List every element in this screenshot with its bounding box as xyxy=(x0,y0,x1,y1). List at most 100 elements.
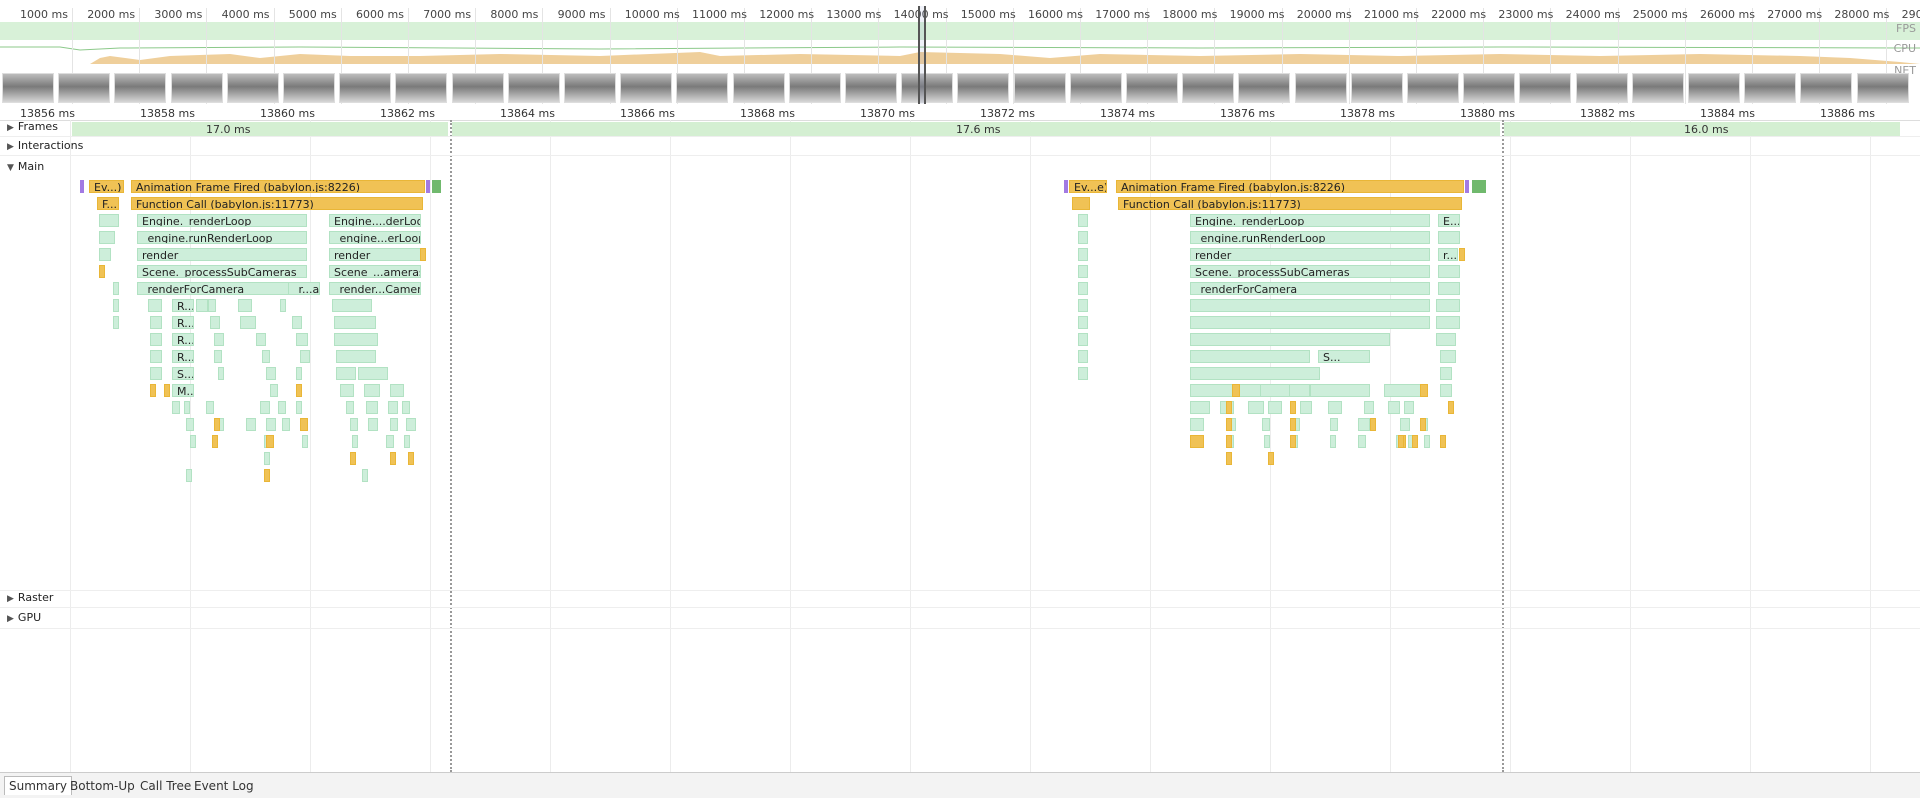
stack-frame-yellow[interactable] xyxy=(408,452,414,465)
stack-frame[interactable]: _render...Camera xyxy=(329,282,421,295)
expand-triangle-icon[interactable]: ▶ xyxy=(7,142,14,152)
screenshot-thumbnail[interactable] xyxy=(1407,73,1459,103)
stack-frame[interactable] xyxy=(278,401,286,414)
screenshot-thumbnail[interactable] xyxy=(620,73,673,103)
stack-frame[interactable]: R...r xyxy=(172,316,194,329)
stack-frame[interactable] xyxy=(296,367,302,380)
screenshot-thumbnail[interactable] xyxy=(507,73,560,103)
tab-bottom-up[interactable]: Bottom-Up xyxy=(66,777,139,795)
stack-frame[interactable] xyxy=(206,401,214,414)
screenshot-thumbnail[interactable] xyxy=(788,73,841,103)
stack-frame[interactable]: r... xyxy=(1438,248,1458,261)
stack-frame[interactable] xyxy=(364,384,380,397)
screenshot-thumbnail[interactable] xyxy=(339,73,392,103)
stack-frame[interactable] xyxy=(300,350,310,363)
stack-frame[interactable]: S...r xyxy=(172,367,194,380)
stack-frame[interactable] xyxy=(186,418,194,431)
stack-frame[interactable] xyxy=(280,299,286,312)
stack-frame[interactable] xyxy=(1078,299,1088,312)
track-raster[interactable]: ▶ Raster xyxy=(0,590,1920,608)
stack-frame[interactable]: M... xyxy=(172,384,194,397)
stack-frame[interactable]: _renderForCamera xyxy=(137,282,307,295)
stack-frame[interactable] xyxy=(270,384,278,397)
stack-frame-yellow[interactable] xyxy=(1398,435,1404,448)
frame-block[interactable] xyxy=(72,122,448,136)
stack-frame[interactable] xyxy=(99,214,119,227)
stack-frame-yellow[interactable] xyxy=(1290,418,1296,431)
stack-frame[interactable] xyxy=(388,401,398,414)
screenshot-thumbnail[interactable] xyxy=(1294,73,1347,103)
stack-frame-yellow[interactable] xyxy=(266,435,274,448)
track-interactions[interactable]: ▶ Interactions xyxy=(0,139,1920,156)
stack-frame[interactable] xyxy=(184,401,190,414)
stack-frame-small[interactable] xyxy=(1459,248,1465,261)
stack-frame-yellow[interactable] xyxy=(1226,418,1232,431)
stack-frame[interactable] xyxy=(386,435,394,448)
stack-frame[interactable] xyxy=(282,418,290,431)
stack-frame[interactable] xyxy=(1268,401,1282,414)
screenshot-thumbnail[interactable] xyxy=(732,73,785,103)
stack-frame[interactable] xyxy=(1190,418,1204,431)
stack-frame[interactable] xyxy=(99,231,115,244)
stack-frame[interactable] xyxy=(218,367,224,380)
stack-frame[interactable] xyxy=(1260,384,1290,397)
animation-frame-bar[interactable]: Animation Frame Fired (babylon.js:8226) xyxy=(131,180,425,193)
screenshot-thumbnail[interactable] xyxy=(283,73,335,103)
stack-frame[interactable] xyxy=(366,401,378,414)
screenshot-thumbnail[interactable] xyxy=(1013,73,1066,103)
expand-triangle-icon[interactable]: ▶ xyxy=(7,614,14,624)
stack-frame[interactable] xyxy=(1364,401,1374,414)
stack-frame-yellow[interactable] xyxy=(212,435,218,448)
stack-frame[interactable] xyxy=(1078,248,1088,261)
screenshot-thumbnail[interactable] xyxy=(845,73,897,103)
stack-frame[interactable] xyxy=(1310,384,1370,397)
screenshot-thumbnail[interactable] xyxy=(1575,73,1628,103)
stack-frame[interactable] xyxy=(246,418,256,431)
stack-frame-yellow[interactable] xyxy=(296,384,302,397)
tab-call-tree[interactable]: Call Tree xyxy=(136,777,195,795)
stack-frame[interactable] xyxy=(1440,367,1452,380)
stack-frame-yellow[interactable] xyxy=(1226,401,1232,414)
track-main[interactable]: ▼ Main xyxy=(0,160,1920,176)
stack-frame[interactable]: _renderForCamera xyxy=(1190,282,1430,295)
event-marker[interactable] xyxy=(1465,180,1469,193)
stack-frame[interactable] xyxy=(1248,401,1264,414)
stack-frame-small[interactable] xyxy=(420,248,426,261)
stack-frame[interactable] xyxy=(336,350,376,363)
stack-frame[interactable]: R...r xyxy=(172,299,194,312)
stack-frame[interactable] xyxy=(1330,435,1336,448)
stack-frame-yellow[interactable] xyxy=(164,384,170,397)
stack-frame-yellow[interactable] xyxy=(300,418,308,431)
stack-frame-yellow[interactable] xyxy=(1268,452,1274,465)
stack-frame[interactable] xyxy=(150,333,162,346)
stack-frame-yellow[interactable] xyxy=(1226,452,1232,465)
stack-frame[interactable] xyxy=(332,299,372,312)
stack-frame[interactable] xyxy=(1264,435,1270,448)
stack-frame[interactable] xyxy=(1388,401,1400,414)
stack-frame-yellow[interactable] xyxy=(1226,435,1232,448)
overview-selection-window[interactable] xyxy=(918,6,926,104)
stack-frame[interactable] xyxy=(1330,418,1338,431)
stack-frame[interactable]: R... xyxy=(172,333,194,346)
event-bar[interactable]: Ev...e) xyxy=(1069,180,1107,193)
stack-frame-yellow[interactable] xyxy=(1370,418,1376,431)
stack-frame[interactable] xyxy=(1190,316,1430,329)
stack-frame[interactable] xyxy=(1078,282,1088,295)
stack-frame[interactable] xyxy=(362,469,368,482)
stack-frame[interactable] xyxy=(1438,265,1460,278)
stack-frame[interactable] xyxy=(1358,435,1366,448)
stack-frame-yellow[interactable] xyxy=(214,418,220,431)
stack-frame-yellow[interactable] xyxy=(1190,435,1204,448)
stack-frame[interactable]: E... xyxy=(1438,214,1460,227)
stack-frame[interactable] xyxy=(264,452,270,465)
stack-frame[interactable]: Scene_...ameras xyxy=(329,265,421,278)
stack-frame[interactable] xyxy=(208,299,216,312)
stack-frame[interactable] xyxy=(368,418,378,431)
stack-frame-yellow[interactable] xyxy=(1440,435,1446,448)
stack-frame[interactable]: _engine.runRenderLoop xyxy=(137,231,307,244)
stack-frame-yellow[interactable] xyxy=(150,384,156,397)
stack-frame[interactable] xyxy=(266,367,276,380)
tab-summary[interactable]: Summary xyxy=(4,776,72,795)
timeline-overview[interactable]: FPS CPU NET 1000 ms 2000 ms 3000 ms 4000 ms… xyxy=(0,0,1920,106)
stack-frame[interactable] xyxy=(350,418,358,431)
